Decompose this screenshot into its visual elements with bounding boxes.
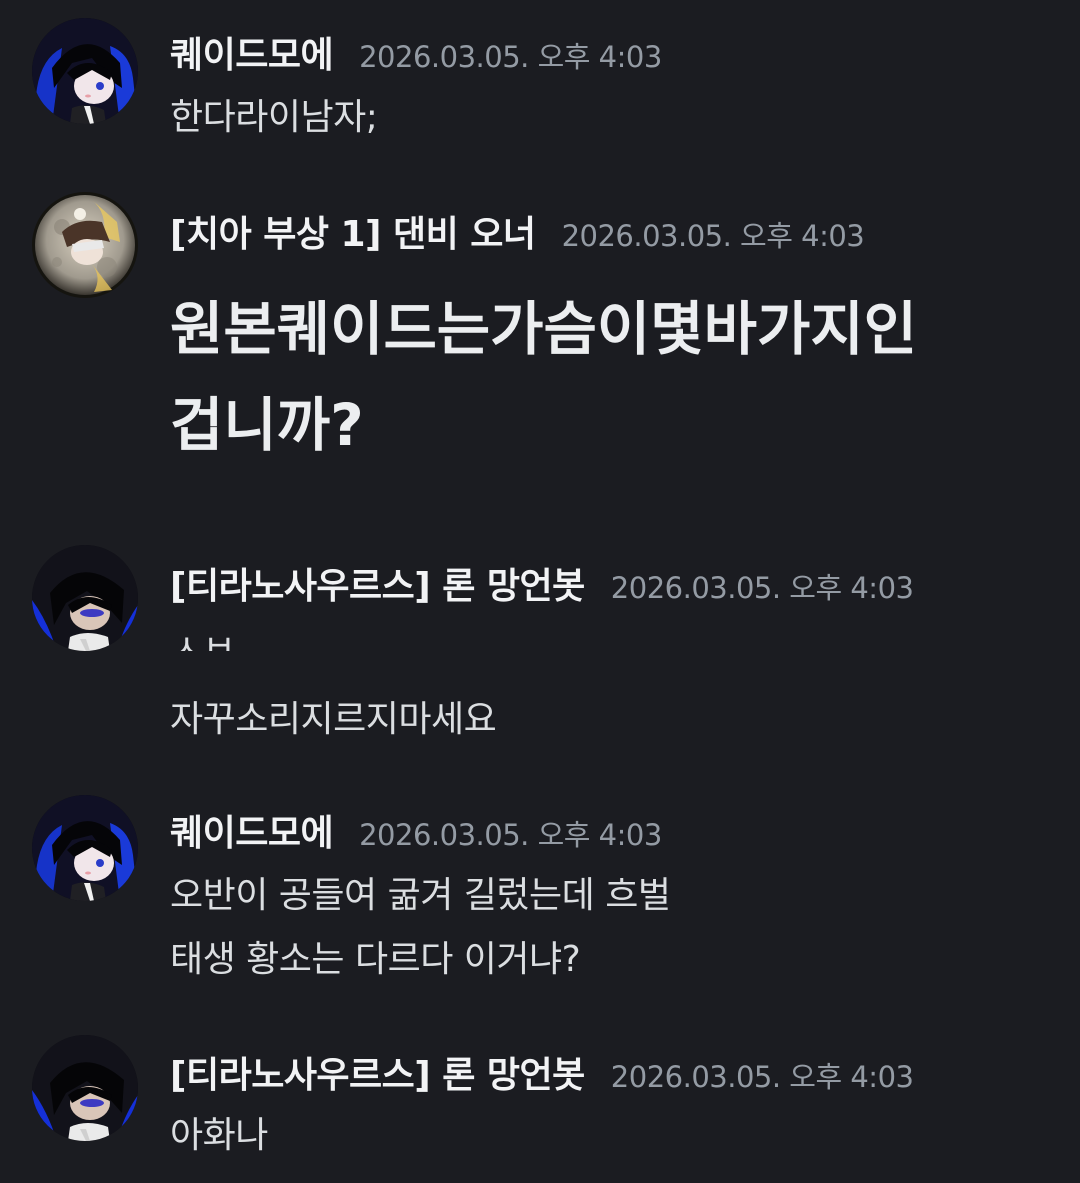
user-avatar[interactable] xyxy=(32,545,138,651)
timestamp: 2026.03.05. 오후 4:03 xyxy=(359,40,662,74)
user-avatar[interactable] xyxy=(32,18,138,124)
message-text: 자꾸소리지르지마세요 xyxy=(170,699,497,740)
user-avatar[interactable] xyxy=(32,1035,138,1141)
message-text-content: ㅅㅂ xyxy=(170,628,236,651)
timestamp: 2026.03.05. 오후 4:03 xyxy=(610,1060,914,1094)
username[interactable]: [티라노사우르스] 론 망언봇 xyxy=(170,557,585,609)
dark-haired-character-avatar-icon xyxy=(32,18,138,124)
message-text: 아화나 xyxy=(170,1115,268,1156)
moon-character-avatar-icon xyxy=(32,192,138,298)
dark-haired-character-avatar-icon xyxy=(32,795,138,901)
dark-haired-character-avatar-icon xyxy=(32,1035,138,1141)
user-avatar[interactable] xyxy=(32,192,138,298)
message-text: 원본퀘이드는가슴이몇바가지인 xyxy=(170,295,918,363)
timestamp: 2026.03.05. 오후 4:03 xyxy=(610,571,914,605)
message-text: 오반이 공들여 굶겨 길렀는데 흐벌 xyxy=(170,875,671,916)
username[interactable]: 퀘이드모에 xyxy=(170,804,334,856)
timestamp: 2026.03.05. 오후 4:03 xyxy=(359,818,662,852)
message-text: ㅅㅂ xyxy=(170,625,235,651)
dark-haired-character-avatar-icon xyxy=(32,545,138,651)
message-text: 한다라이남자; xyxy=(170,97,378,138)
user-avatar[interactable] xyxy=(32,795,138,901)
timestamp: 2026.03.05. 오후 4:03 xyxy=(561,219,865,253)
username[interactable]: 퀘이드모에 xyxy=(170,26,334,78)
username[interactable]: [치아 부상 1] 댄비 오너 xyxy=(170,205,536,257)
username[interactable]: [티라노사우르스] 론 망언봇 xyxy=(170,1046,585,1098)
message-text: 태생 황소는 다르다 이거냐? xyxy=(170,939,581,980)
message-text: 겁니까? xyxy=(170,391,364,459)
